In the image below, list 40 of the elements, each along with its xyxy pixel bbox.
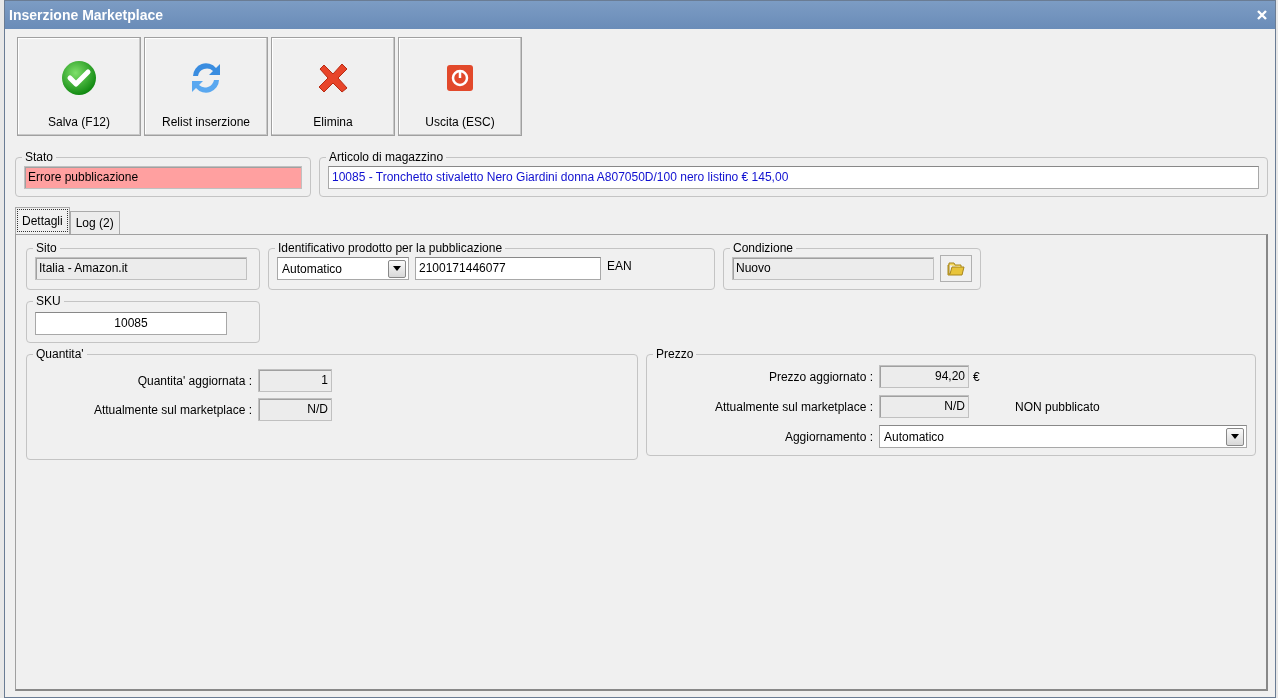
field-label: Aggiornamento : bbox=[783, 429, 873, 444]
group-label: Identificativo prodotto per la pubblicazione bbox=[277, 241, 504, 255]
group-label: Prezzo bbox=[655, 347, 695, 361]
toolbar-button[interactable]: Elimina bbox=[271, 37, 395, 136]
group-label: Condizione bbox=[732, 241, 795, 255]
update-dropdown[interactable]: Automatico bbox=[879, 425, 1247, 448]
value-field: N/D bbox=[258, 398, 332, 421]
sku-field[interactable]: 10085 bbox=[35, 312, 227, 335]
value-field: N/D bbox=[879, 395, 969, 418]
window-title: Inserzione Marketplace bbox=[9, 7, 164, 23]
article-field[interactable]: 10085 - Tronchetto stivaletto Nero Giardini donna A807050D/100 nero listino € 145,00 bbox=[328, 166, 1259, 189]
group-label: Stato bbox=[24, 150, 55, 164]
code-field[interactable]: 2100171446077 bbox=[415, 257, 601, 280]
group-label: Articolo di magazzino bbox=[328, 150, 445, 164]
type-dropdown[interactable]: Automatico bbox=[277, 257, 409, 280]
close-button[interactable] bbox=[1257, 10, 1267, 20]
group-label: SKU bbox=[35, 294, 62, 308]
group-label: Quantita' bbox=[35, 347, 85, 361]
field-label: Attualmente sul marketplace : bbox=[92, 402, 252, 417]
status-field: Errore pubblicazione bbox=[24, 166, 302, 189]
field-label: Quantita' aggiornata : bbox=[136, 373, 252, 388]
value-field: 1 bbox=[258, 369, 332, 392]
value-field: 94,20 bbox=[879, 365, 969, 388]
tab[interactable]: Dettagli bbox=[15, 207, 70, 234]
site-field: Italia - Amazon.it bbox=[35, 257, 247, 280]
toolbar-button[interactable]: Uscita (ESC) bbox=[398, 37, 522, 136]
toolbar-button[interactable]: Relist inserzione bbox=[144, 37, 268, 136]
tab[interactable]: Log (2) bbox=[69, 211, 120, 234]
power-icon bbox=[446, 64, 474, 92]
folder-icon bbox=[947, 260, 965, 277]
status-text: NON pubblicato bbox=[1015, 399, 1100, 414]
condition-field: Nuovo bbox=[732, 257, 934, 280]
checkmark-icon bbox=[61, 60, 97, 96]
group-label: Sito bbox=[35, 241, 58, 255]
field-label: Prezzo aggiornato : bbox=[767, 369, 873, 384]
currency-label: € bbox=[973, 369, 980, 384]
toolbar-button[interactable]: Salva (F12) bbox=[17, 37, 141, 136]
browse-button[interactable] bbox=[940, 255, 972, 282]
code-type-label: EAN bbox=[607, 258, 632, 273]
field-label: Attualmente sul marketplace : bbox=[713, 399, 873, 414]
